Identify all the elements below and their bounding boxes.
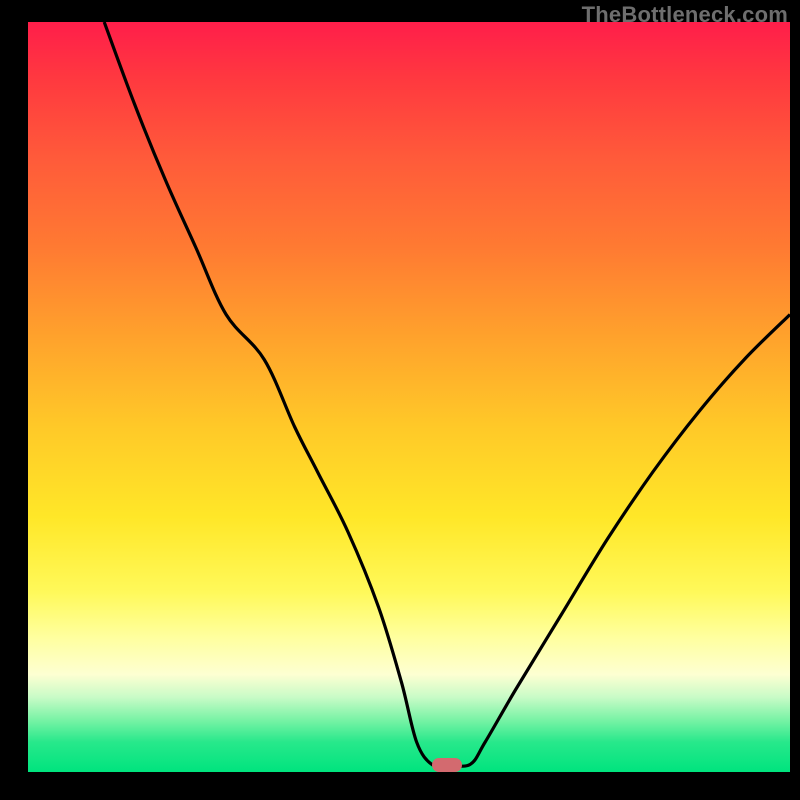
chart-frame: TheBottleneck.com: [0, 0, 800, 800]
min-marker-icon: [432, 758, 462, 772]
bottleneck-curve: [28, 22, 790, 772]
curve-path: [104, 22, 790, 766]
plot-area: [28, 22, 790, 772]
